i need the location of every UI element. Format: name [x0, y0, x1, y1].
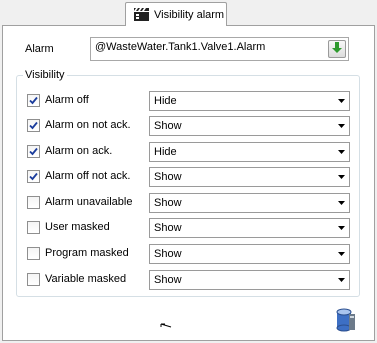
- checkmark-icon: [29, 121, 38, 130]
- visibility-select-value: Show: [154, 120, 182, 132]
- visibility-row: Alarm on not ack. Show: [27, 116, 352, 136]
- visibility-checkbox[interactable]: [27, 94, 40, 107]
- visibility-checkbox[interactable]: [27, 145, 40, 158]
- alarm-browse-button[interactable]: [328, 40, 346, 58]
- visibility-row-label: Alarm off not ack.: [45, 170, 131, 182]
- checkmark-icon: [29, 172, 38, 181]
- tab-visibility-alarm[interactable]: Visibility alarm: [125, 2, 227, 26]
- visibility-checkbox[interactable]: [27, 247, 40, 260]
- visibility-checkbox[interactable]: [27, 196, 40, 209]
- visibility-select[interactable]: Hide: [149, 142, 350, 162]
- visibility-checkbox[interactable]: [27, 221, 40, 234]
- visibility-select[interactable]: Hide: [149, 91, 350, 111]
- visibility-select-value: Show: [154, 222, 182, 234]
- visibility-select[interactable]: Show: [149, 270, 350, 290]
- visibility-row: User masked Show: [27, 218, 352, 238]
- visibility-checkbox[interactable]: [27, 273, 40, 286]
- visibility-row: Variable masked Show: [27, 270, 352, 290]
- visibility-row-label: Variable masked: [45, 273, 127, 285]
- visibility-select[interactable]: Show: [149, 167, 350, 187]
- chevron-down-icon[interactable]: [333, 271, 349, 289]
- visibility-select-value: Show: [154, 274, 182, 286]
- chevron-down-icon[interactable]: [333, 143, 349, 161]
- visibility-row: Alarm off Hide: [27, 91, 352, 111]
- visibility-select[interactable]: Show: [149, 193, 350, 213]
- visibility-row: Program masked Show: [27, 244, 352, 264]
- visibility-row-label: Alarm on not ack.: [45, 119, 131, 131]
- green-down-arrow-icon: [332, 41, 342, 57]
- visibility-row: Alarm off not ack. Show: [27, 167, 352, 187]
- visibility-row-label: Alarm unavailable: [45, 196, 133, 208]
- visibility-select-value: Show: [154, 248, 182, 260]
- visibility-select-value: Hide: [154, 95, 177, 107]
- visibility-checkbox[interactable]: [27, 170, 40, 183]
- visibility-group-title: Visibility: [23, 69, 67, 81]
- visibility-select-value: Show: [154, 171, 182, 183]
- checkmark-icon: [29, 96, 38, 105]
- visibility-select[interactable]: Show: [149, 218, 350, 238]
- visibility-select[interactable]: Show: [149, 244, 350, 264]
- chevron-down-icon[interactable]: [333, 219, 349, 237]
- chevron-down-icon[interactable]: [333, 168, 349, 186]
- checkmark-icon: [29, 147, 38, 156]
- chevron-down-icon[interactable]: [333, 194, 349, 212]
- clapperboard-icon: [134, 8, 149, 21]
- tab-label: Visibility alarm: [154, 8, 225, 21]
- visibility-checkbox[interactable]: [27, 119, 40, 132]
- database-icon[interactable]: [334, 308, 356, 335]
- alarm-label: Alarm: [25, 43, 54, 55]
- visibility-select-value: Show: [154, 197, 182, 209]
- visibility-row-label: Alarm off: [45, 94, 89, 106]
- visibility-row-label: User masked: [45, 221, 110, 233]
- visibility-select[interactable]: Show: [149, 116, 350, 136]
- chevron-down-icon[interactable]: [333, 245, 349, 263]
- chevron-down-icon[interactable]: [333, 92, 349, 110]
- visibility-row-label: Program masked: [45, 247, 129, 259]
- alarm-field[interactable]: @WasteWater.Tank1.Valve1.Alarm: [90, 37, 349, 61]
- cursor-glyph: [160, 322, 172, 334]
- visibility-row: Alarm unavailable Show: [27, 193, 352, 213]
- visibility-row: Alarm on ack. Hide: [27, 142, 352, 162]
- visibility-select-value: Hide: [154, 146, 177, 158]
- chevron-down-icon[interactable]: [333, 117, 349, 135]
- visibility-row-label: Alarm on ack.: [45, 145, 113, 157]
